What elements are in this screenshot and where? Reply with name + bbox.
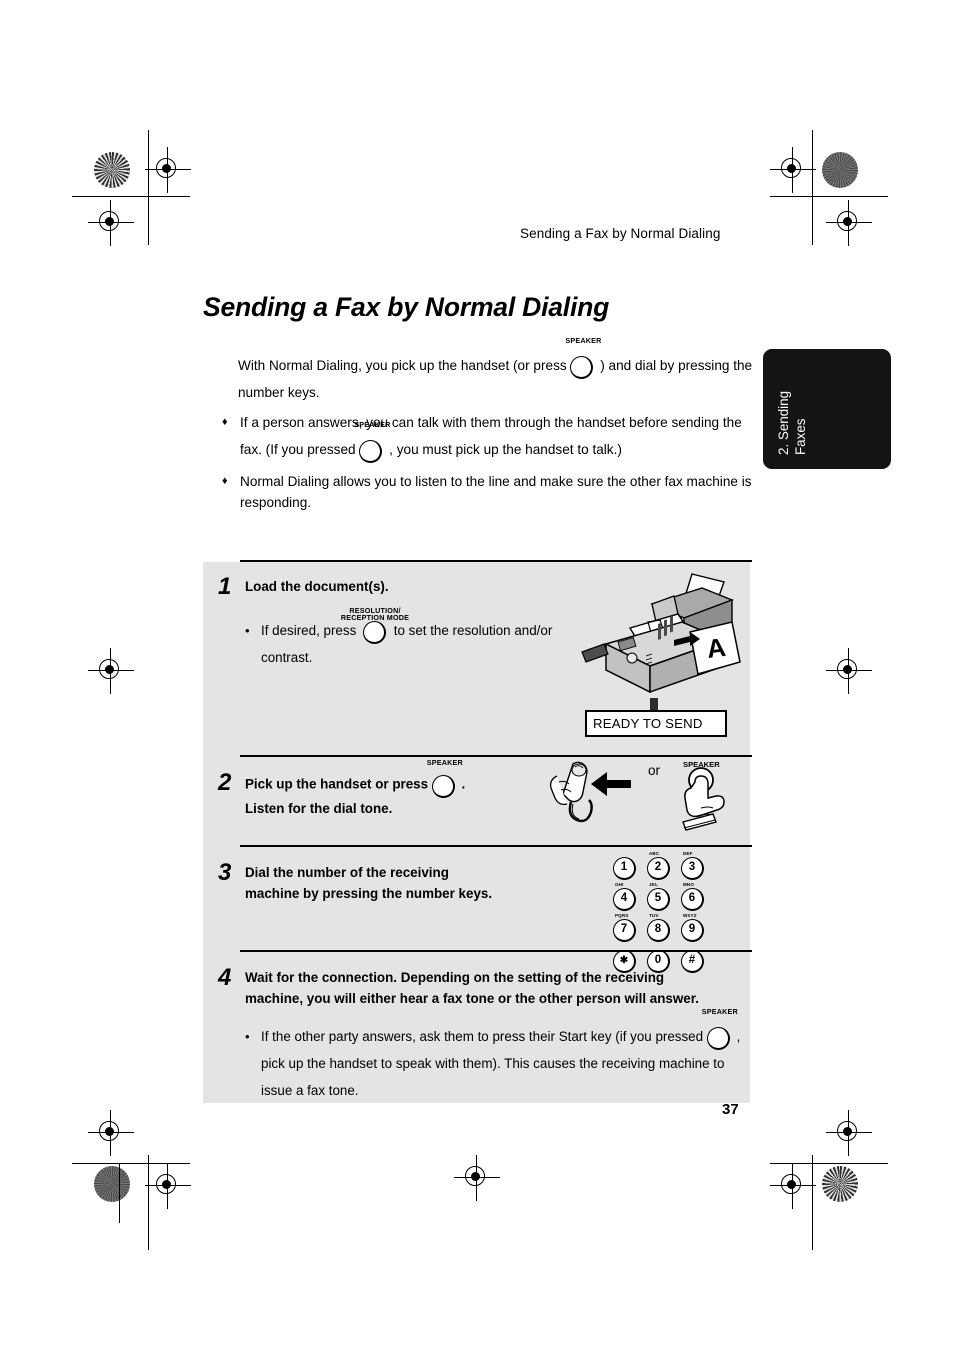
bullet-text-after: , you must pick up the handset to talk.) xyxy=(389,442,622,457)
chapter-side-tab-text: 2. Sending Faxes xyxy=(763,349,891,469)
step-heading: Wait for the connection. Depending on th… xyxy=(245,967,746,1009)
speaker-key-label: SPEAKER xyxy=(354,420,391,430)
sub-text-before: If the other party answers, ask them to … xyxy=(261,1029,704,1044)
keypad-key-5: JKL 5 xyxy=(645,882,673,913)
step-1: 1 Load the document(s). • If desired, pr… xyxy=(203,562,750,756)
registration-mark-bottom-left xyxy=(145,1163,191,1209)
step-sub-note: • If desired, press RESOLUTION/ RECEPTIO… xyxy=(245,606,561,671)
step-4: 4 Wait for the connection. Depending on … xyxy=(203,951,750,1103)
keypad-key-6: MNO 6 xyxy=(679,882,707,913)
diamond-bullet-icon: ♦ xyxy=(222,475,228,488)
speaker-key-label: SPEAKER xyxy=(565,336,602,346)
keypad-row: PQRS 7 TUV 8 WXYZ 9 xyxy=(611,913,711,944)
step-2: 2 Pick up the handset or press SPEAKER .… xyxy=(203,756,750,846)
keypad-row: GHI 4 JKL 5 MNO 6 xyxy=(611,882,711,913)
registration-mark-bottom-center xyxy=(454,1155,500,1201)
heading-text-before: Pick up the handset or press xyxy=(245,776,429,792)
registration-burst-top-left xyxy=(94,152,130,188)
intro-paragraph: With Normal Dialing, you pick up the han… xyxy=(238,336,758,406)
hand-holding-handset-illustration xyxy=(549,761,631,823)
heading-line-2: machine, you will either hear a fax tone… xyxy=(245,991,699,1006)
heading-line-2: Listen for the dial tone. xyxy=(245,801,393,816)
diamond-bullet-icon: ♦ xyxy=(222,416,228,428)
crop-line-bottom-left-vertical-long xyxy=(119,1163,120,1223)
keypad-key-4: GHI 4 xyxy=(611,882,639,913)
registration-mark-bottom-right-inner xyxy=(826,1110,872,1156)
heading-line-1: Wait for the connection. Depending on th… xyxy=(245,970,665,985)
speaker-key-icon: SPEAKER xyxy=(702,1007,738,1051)
registration-burst-bottom-right xyxy=(822,1166,858,1202)
speaker-key-icon: SPEAKER xyxy=(565,336,601,380)
registration-mark-bottom-left-inner xyxy=(88,1110,134,1156)
fax-display-ready-to-send: READY TO SEND xyxy=(585,710,727,737)
registration-mark-top-right xyxy=(770,147,816,193)
keypad-key-8: TUV 8 xyxy=(645,913,673,944)
crop-line-top-left-horizontal xyxy=(72,196,190,197)
dot-bullet-icon: • xyxy=(245,1029,250,1044)
step-3: 3 Dial the number of the receiving machi… xyxy=(203,846,750,973)
intro-bullet-list: ♦ If a person answers, you can talk with… xyxy=(222,409,762,521)
bullet-text: Normal Dialing allows you to listen to t… xyxy=(240,474,752,511)
intro-text-before: With Normal Dialing, you pick up the han… xyxy=(238,358,567,373)
registration-mark-bottom-right xyxy=(770,1163,816,1209)
bullet-item: ♦ If a person answers, you can talk with… xyxy=(222,409,762,464)
chapter-tab-line-2: Faxes xyxy=(793,418,808,455)
step-sub-note: • If the other party answers, ask them t… xyxy=(245,1007,746,1104)
registration-burst-bottom-left xyxy=(94,1166,130,1202)
steps-panel: 1 Load the document(s). • If desired, pr… xyxy=(203,560,752,1103)
crop-line-top-right-horizontal xyxy=(770,196,888,197)
registration-mark-middle-left xyxy=(88,648,134,694)
registration-mark-middle-right xyxy=(826,648,872,694)
speaker-key-label: SPEAKER xyxy=(701,1007,738,1017)
heading-line-2: machine by pressing the number keys. xyxy=(245,886,493,901)
step-heading: Pick up the handset or press SPEAKER . L… xyxy=(245,758,742,819)
speaker-key-icon: SPEAKER xyxy=(354,420,390,464)
page-number: 37 xyxy=(722,1101,739,1118)
keypad-key-3: DEF 3 xyxy=(679,851,707,882)
finger-pressing-speaker-illustration xyxy=(682,767,725,831)
speaker-key-icon: SPEAKER xyxy=(427,758,463,798)
keypad-key-2: ABC 2 xyxy=(645,851,673,882)
running-head: Sending a Fax by Normal Dialing xyxy=(520,226,721,241)
or-label: or xyxy=(648,763,661,778)
dot-bullet-icon: • xyxy=(245,623,250,638)
keypad-key-1: 1 xyxy=(611,854,639,882)
registration-mark-top-left-inner xyxy=(88,200,134,246)
chapter-tab-line-1: 2. Sending xyxy=(776,390,791,455)
registration-mark-top-right-inner xyxy=(826,200,872,246)
svg-text:A: A xyxy=(705,632,728,664)
registration-mark-top-left xyxy=(145,147,191,193)
sub-text-before: If desired, press xyxy=(261,623,357,638)
speaker-key-label: SPEAKER xyxy=(426,758,463,767)
resolution-reception-mode-key-icon: RESOLUTION/ RECEPTION MODE xyxy=(341,606,409,645)
press-speaker-key-label: SPEAKER xyxy=(683,760,720,769)
chapter-side-tab: 2. Sending Faxes xyxy=(763,349,891,469)
keypad-key-7: PQRS 7 xyxy=(611,913,639,944)
page-title: Sending a Fax by Normal Dialing xyxy=(203,292,610,322)
resolution-key-label: RESOLUTION/ RECEPTION MODE xyxy=(340,605,410,623)
keypad-row: 1 ABC 2 DEF 3 xyxy=(611,851,711,882)
bullet-item: ♦ Normal Dialing allows you to listen to… xyxy=(222,471,762,513)
keypad-key-9: WXYZ 9 xyxy=(679,913,707,944)
heading-text-after: . xyxy=(461,776,466,792)
registration-burst-top-right xyxy=(822,152,858,188)
heading-line-1: Dial the number of the receiving xyxy=(245,865,449,880)
